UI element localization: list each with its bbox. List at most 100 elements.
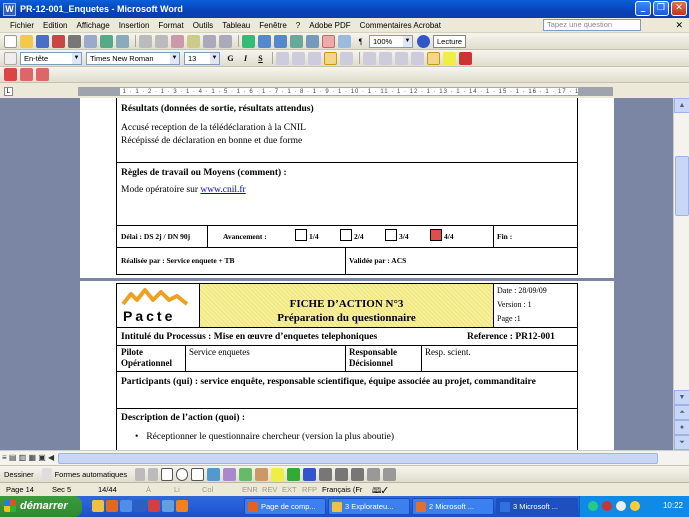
menu-outils[interactable]: Outils [193,21,213,30]
font-select[interactable]: Times New Roman ▼ [86,51,180,65]
bold-button[interactable]: G [224,52,237,65]
picture-icon[interactable] [255,467,269,481]
paste-icon[interactable] [171,34,184,48]
horizontal-scroll-thumb[interactable] [58,453,658,464]
progress-checkbox-1[interactable] [295,229,307,241]
wordart-icon[interactable] [207,467,221,481]
vertical-scroll-thumb[interactable] [675,156,689,216]
research-icon[interactable] [116,34,129,48]
tray-clock[interactable]: 10:22 [663,501,683,510]
borders-icon[interactable] [427,51,440,65]
pdf-email-icon[interactable] [20,68,33,81]
horizontal-ruler[interactable]: L · 1 · 2 · 1 · 1 · 1 · 2 · 1 · 3 · 1 · … [0,84,689,98]
permission-icon[interactable] [52,34,65,48]
menu-tableau[interactable]: Tableau [222,21,250,30]
rectangle-icon[interactable] [161,467,174,481]
quicklaunch-desktop-icon[interactable] [162,500,174,512]
align-left-icon[interactable] [276,51,289,65]
document-map-icon[interactable] [338,34,351,48]
minimize-button[interactable]: _ [635,1,651,16]
drawing-icon[interactable] [322,34,335,48]
menu-adobe-pdf[interactable]: Adobe PDF [309,21,350,30]
diagram-icon[interactable] [223,467,237,481]
quicklaunch-firefox-icon[interactable] [176,500,188,512]
document-page[interactable]: Résultats (données de sortie, résultats … [80,98,614,450]
status-enr[interactable]: ENR [242,485,258,494]
menu-edition[interactable]: Edition [43,21,67,30]
progress-checkbox-4[interactable] [430,229,442,241]
draw-menu[interactable]: Dessiner [4,470,34,479]
copy-icon[interactable] [155,34,168,48]
menu-fenetre[interactable]: Fenêtre [259,21,287,30]
close-button[interactable]: ✕ [671,1,687,16]
draw-font-color-icon[interactable] [303,467,317,481]
horizontal-scrollbar[interactable]: ≡ ▤ ▥ ▦ ▣ ◀ [0,450,689,465]
status-rfp[interactable]: RFP [302,485,317,494]
insert-excel-icon[interactable] [290,34,303,48]
oval-icon[interactable] [176,467,189,481]
new-document-icon[interactable] [4,34,17,48]
status-rev[interactable]: REV [262,485,277,494]
status-ext[interactable]: EXT [282,485,297,494]
bullets-icon[interactable] [379,51,392,65]
prev-page-icon[interactable]: ⏶ [674,405,689,420]
quicklaunch-media-icon[interactable] [106,500,118,512]
tray-network-icon[interactable] [588,501,598,511]
progress-checkbox-2[interactable] [340,229,352,241]
menu-affichage[interactable]: Affichage [76,21,109,30]
fill-color-icon[interactable] [271,467,285,481]
italic-button[interactable]: I [239,52,252,65]
styles-pane-icon[interactable] [4,51,17,65]
task-explorateur[interactable]: 3 Explorateu... [328,498,410,515]
task-microsoft-2[interactable]: 2 Microsoft ... [412,498,494,515]
style-select[interactable]: En-tête ▼ [20,51,82,65]
quicklaunch-ie-icon[interactable] [120,500,132,512]
zoom-select[interactable]: 100% ▼ [369,34,413,48]
task-page-de-comp[interactable]: Page de comp... [244,498,326,515]
select-objects-icon[interactable] [41,467,52,481]
arrow-style-icon[interactable] [351,467,365,481]
progress-checkbox-3[interactable] [385,229,397,241]
columns-icon[interactable] [306,34,319,48]
print-icon[interactable] [68,34,81,48]
spelling-icon[interactable] [100,34,113,48]
quicklaunch-folder-icon[interactable] [92,500,104,512]
3d-icon[interactable] [383,467,397,481]
justify-icon[interactable] [324,51,337,65]
textbox-icon[interactable] [191,467,205,481]
redo-icon[interactable] [219,34,232,48]
help-icon[interactable] [417,34,430,48]
menu-help[interactable]: ? [296,21,300,30]
menu-insertion[interactable]: Insertion [119,21,150,30]
save-icon[interactable] [36,34,49,48]
pdf-review-icon[interactable] [36,68,49,81]
word-app-icon[interactable]: W [3,2,16,16]
start-button[interactable]: démarrer [0,496,82,517]
cnil-link[interactable]: www.cnil.fr [200,185,245,195]
font-color-icon[interactable] [459,51,472,65]
cut-icon[interactable] [139,34,152,48]
print-preview-icon[interactable] [84,34,97,48]
open-folder-icon[interactable] [20,34,33,48]
decrease-indent-icon[interactable] [395,51,408,65]
line-icon[interactable] [135,467,146,481]
status-language[interactable]: Français (Fr [322,485,362,494]
clipart-icon[interactable] [239,467,253,481]
help-search-input[interactable]: Tapez une question [543,19,641,31]
convert-pdf-icon[interactable] [4,68,17,81]
tray-volume-icon[interactable] [616,501,626,511]
highlight-icon[interactable] [443,51,456,65]
menu-fichier[interactable]: Fichier [10,21,34,30]
next-page-icon[interactable]: ⏷ [674,435,689,450]
scroll-up-icon[interactable]: ▲ [674,98,689,113]
hyperlink-icon[interactable] [242,34,255,48]
menu-format[interactable]: Format [158,21,183,30]
quicklaunch-word-icon[interactable] [134,500,146,512]
close-document-icon[interactable]: ✕ [675,20,683,31]
shadow-icon[interactable] [367,467,381,481]
line-spacing-icon[interactable] [340,51,353,65]
tray-update-icon[interactable] [630,501,640,511]
vertical-scrollbar[interactable]: ▲ ▼ ⏶ ● ⏷ [673,98,689,450]
tables-borders-icon[interactable] [258,34,271,48]
autoshapes-menu[interactable]: Formes automatiques [55,470,128,479]
